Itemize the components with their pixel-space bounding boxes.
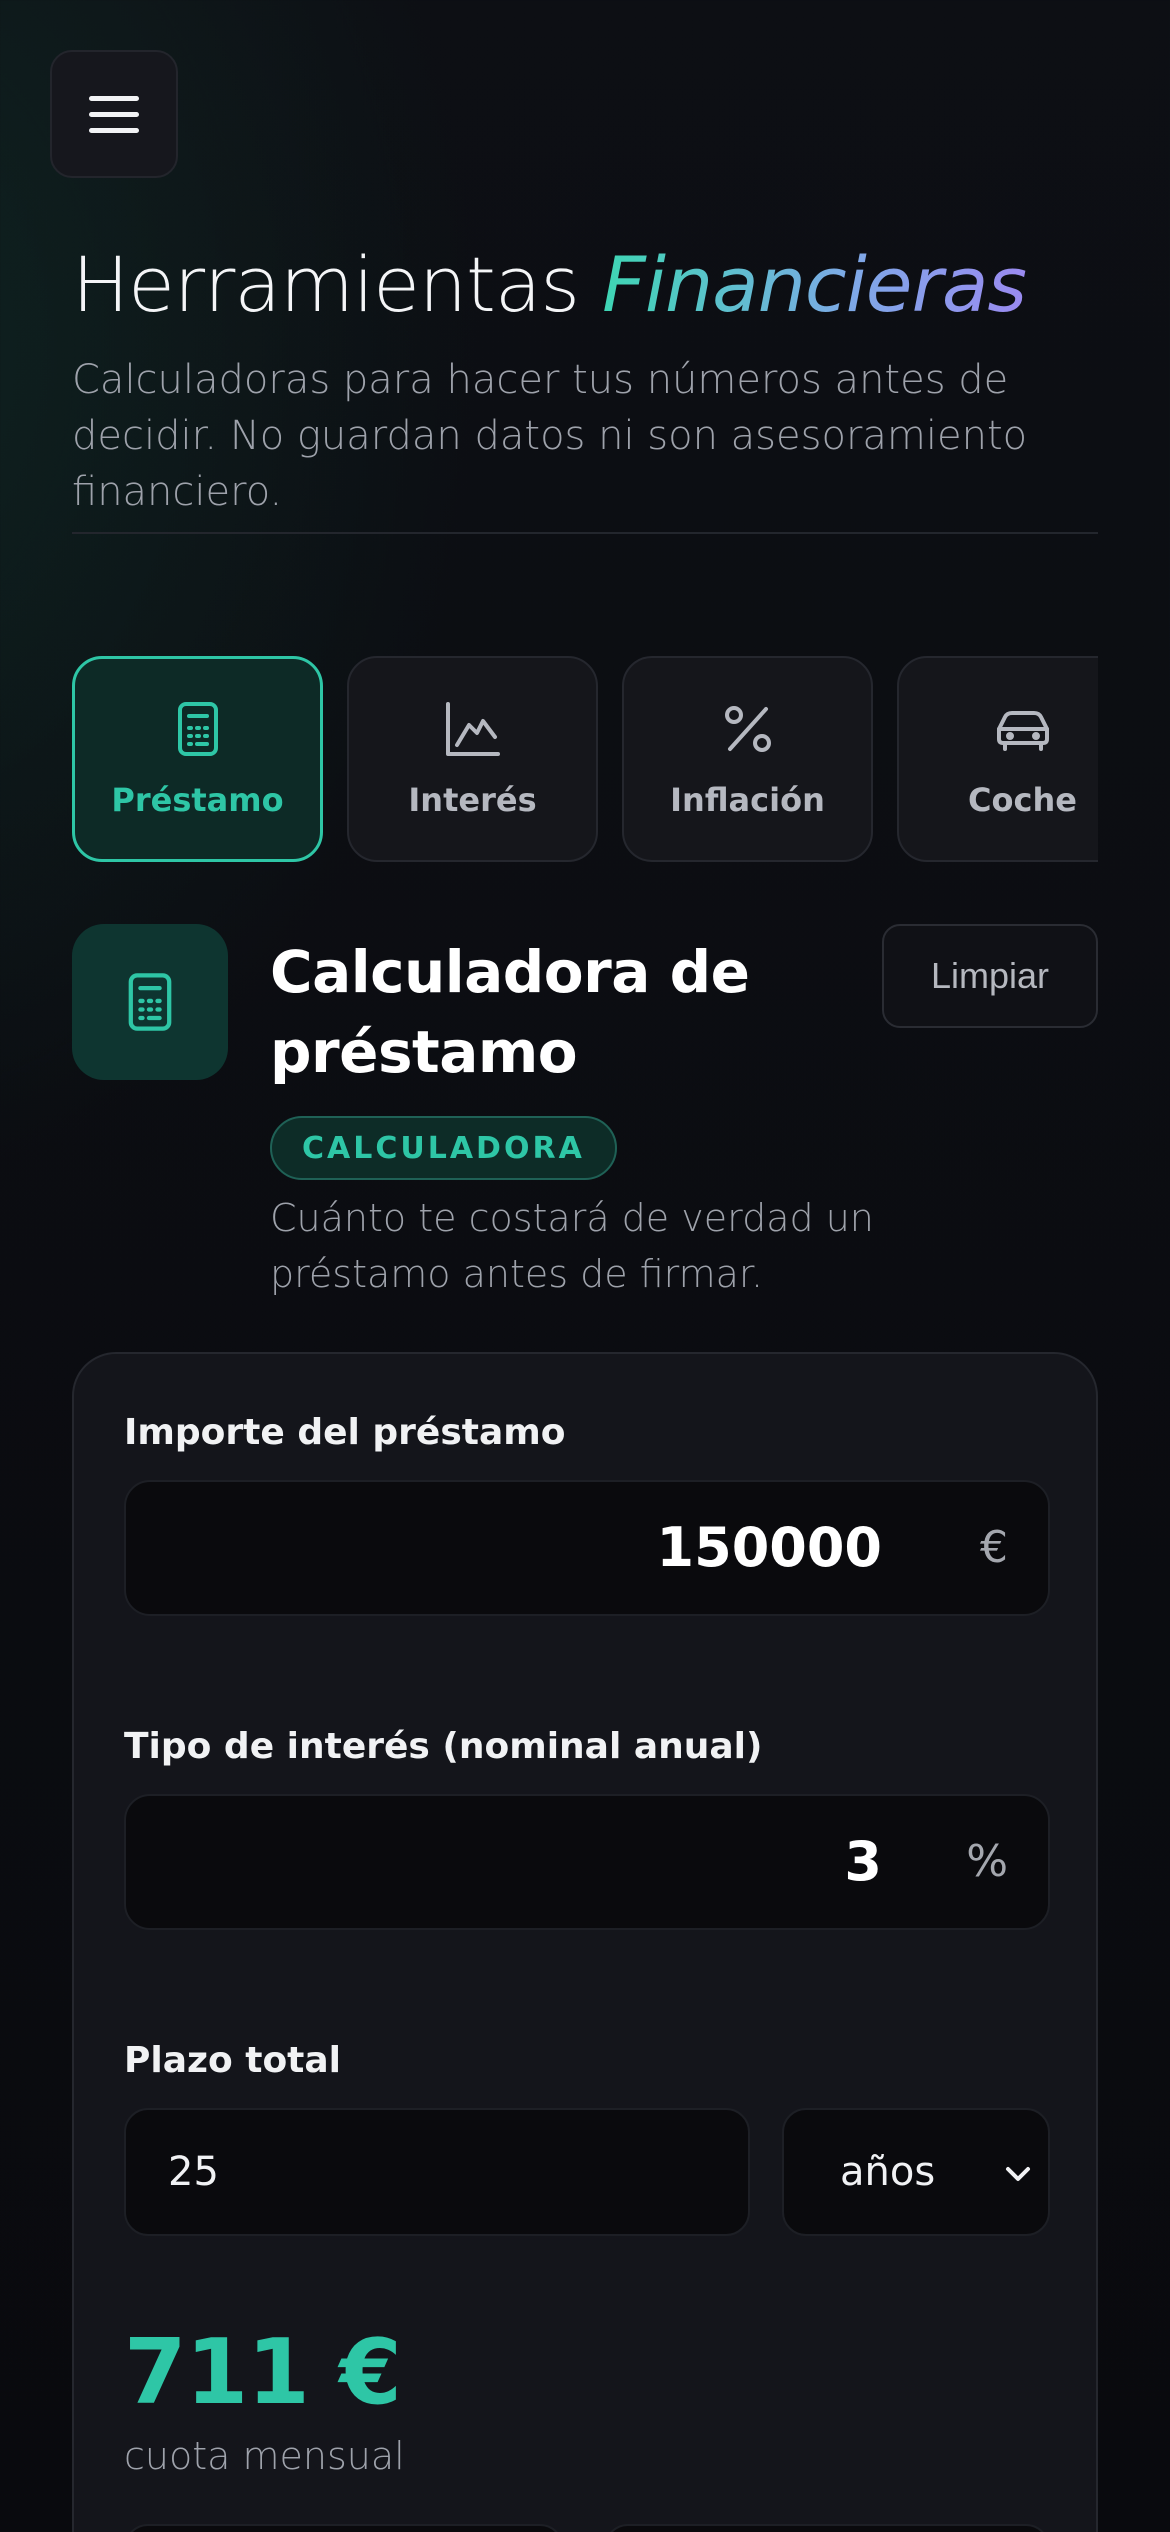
calculator-description: Cuánto te costará de verdad un préstamo …: [270, 1196, 874, 1296]
reset-button[interactable]: Limpiar: [882, 924, 1098, 1028]
tab-label: Coche: [968, 781, 1077, 819]
page-title: Herramientas Financieras: [72, 240, 1027, 329]
calculator-icon: [177, 702, 218, 756]
monthly-payment-label: cuota mensual: [124, 2434, 405, 2478]
tab-label: Interés: [408, 781, 537, 819]
term-unit-value: años: [840, 2149, 936, 2195]
tab-interes[interactable]: Interés: [347, 656, 598, 862]
chart-icon: [445, 702, 500, 756]
tool-tabs: Préstamo Interés Inflación Coche: [72, 656, 1098, 864]
car-icon: [996, 711, 1049, 751]
percent-icon: [724, 706, 771, 752]
chevron-down-icon: [1006, 2167, 1030, 2181]
term-label: Plazo total: [124, 2040, 342, 2081]
calculator-icon: [128, 973, 172, 1031]
tab-inflacion[interactable]: Inflación: [622, 656, 873, 862]
page-subtitle: Calculadoras para hacer tus números ante…: [72, 357, 1028, 515]
tab-label: Inflación: [670, 781, 825, 819]
monthly-payment-value: 711 €: [124, 2320, 402, 2425]
hamburger-menu-icon: [89, 95, 139, 101]
interest-unit: %: [966, 1836, 1008, 1887]
result-detail-box: [124, 2524, 564, 2532]
tab-coche[interactable]: Coche: [897, 656, 1098, 862]
page-title-accent: Financieras: [602, 240, 1027, 329]
tab-prestamo[interactable]: Préstamo: [72, 656, 323, 862]
term-input[interactable]: 25: [124, 2108, 750, 2236]
calculator-badge: CALCULADORA: [270, 1116, 617, 1180]
amount-input[interactable]: 150000 €: [124, 1480, 1050, 1616]
result-detail-box: [604, 2524, 1050, 2532]
header-divider: [72, 532, 1098, 534]
term-unit-select[interactable]: años: [782, 2108, 1050, 2236]
interest-input[interactable]: 3 %: [124, 1794, 1050, 1930]
menu-button[interactable]: [50, 50, 178, 178]
interest-label: Tipo de interés (nominal anual): [124, 1726, 763, 1767]
amount-unit: €: [980, 1522, 1008, 1573]
calculator-title: Calculadora de préstamo: [270, 938, 750, 1086]
amount-value: 150000: [656, 1516, 882, 1579]
amount-label: Importe del préstamo: [124, 1412, 566, 1453]
tab-label: Préstamo: [111, 781, 284, 819]
interest-value: 3: [844, 1830, 882, 1893]
loan-form-card: Importe del préstamo 150000 € Tipo de in…: [72, 1352, 1098, 2532]
page-title-main: Herramientas: [72, 240, 603, 329]
calculator-header-icon: [72, 924, 228, 1080]
